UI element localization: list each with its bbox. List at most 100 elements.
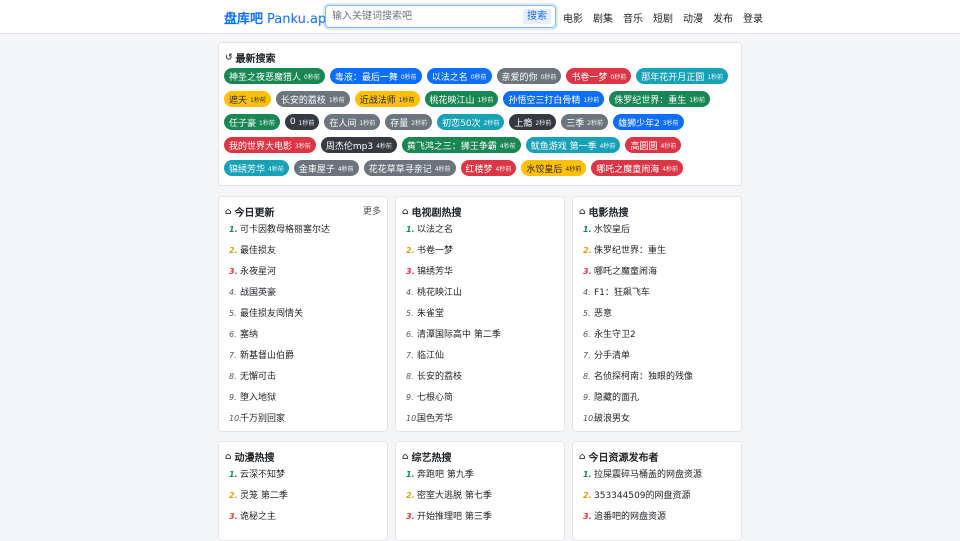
nav-short-drama[interactable]: 短剧 bbox=[653, 10, 673, 25]
list-item[interactable]: 4. F1：狂飙飞车 bbox=[583, 286, 693, 307]
search-tag[interactable]: 雄狮少年2 3秒前 bbox=[613, 114, 684, 130]
list-item-label: 侏罗纪世界：重生 bbox=[594, 246, 667, 256]
list-item[interactable]: 3. 开始推理吧 第三季 bbox=[406, 510, 492, 531]
list-item[interactable]: 1. 可卡因教母格丽塞尔达 bbox=[229, 223, 330, 244]
search-tag[interactable]: 孙悟空三打白骨精 1秒前 bbox=[503, 91, 605, 107]
search-tag[interactable]: 侏罗纪世界：重生 1秒前 bbox=[609, 91, 711, 107]
list-item[interactable]: 3. 哪吒之魔童闹海 bbox=[583, 265, 693, 286]
search-tag[interactable]: 长安的荔枝 1秒前 bbox=[275, 91, 350, 107]
list-item[interactable]: 5. 朱雀堂 bbox=[406, 307, 501, 328]
list-item[interactable]: 1. 以法之名 bbox=[406, 223, 501, 244]
search-tag[interactable]: 高圆圆 4秒前 bbox=[625, 137, 682, 153]
bank-icon: ⌂ bbox=[579, 451, 586, 462]
rank-number: 7. bbox=[583, 351, 591, 360]
search-tag[interactable]: 0 1秒前 bbox=[284, 114, 320, 130]
list-item[interactable]: 9. 隐藏的面孔 bbox=[583, 391, 693, 412]
list-item-label: 永夜星河 bbox=[240, 267, 277, 277]
list-item-label: 锦绣芳华 bbox=[417, 267, 454, 277]
list-item[interactable]: 2. 灵笼 第二季 bbox=[229, 489, 288, 510]
list-item-label: 灵笼 第二季 bbox=[240, 491, 288, 501]
list-item[interactable]: 6. 塞纳 bbox=[229, 328, 330, 349]
list-item[interactable]: 3. 追番吧的网盘资源 bbox=[583, 510, 702, 531]
list-item[interactable]: 1. 拉屎震碎马桶盖的网盘资源 bbox=[583, 468, 702, 489]
list-item[interactable]: 6. 清潭国际高中 第二季 bbox=[406, 328, 501, 349]
search-tag-text: 孙悟空三打白骨精 bbox=[508, 95, 581, 106]
search-tag[interactable]: 那年花开月正圆 1秒前 bbox=[636, 68, 729, 84]
nav-anime[interactable]: 动漫 bbox=[683, 10, 703, 25]
search-tag[interactable]: 花花草草寻亲记 4秒前 bbox=[363, 160, 456, 176]
list-item-label: 哪吒之魔童闹海 bbox=[594, 267, 658, 277]
list-item[interactable]: 3. 锦绣芳华 bbox=[406, 265, 501, 286]
nav-series[interactable]: 剧集 bbox=[593, 10, 613, 25]
list-item[interactable]: 9. 七根心简 bbox=[406, 391, 501, 412]
search-tag[interactable]: 水饺皇后 4秒前 bbox=[521, 160, 587, 176]
list-item[interactable]: 2. 密室大逃脱 第七季 bbox=[406, 489, 492, 510]
search-tag-text: 遮天 bbox=[229, 95, 248, 106]
nav-login[interactable]: 登录 bbox=[743, 10, 763, 25]
list-item[interactable]: 4. 战国英豪 bbox=[229, 286, 330, 307]
search-tag[interactable]: 红楼梦 4秒前 bbox=[460, 160, 517, 176]
nav-movies[interactable]: 电影 bbox=[563, 10, 583, 25]
list-item[interactable]: 2. 353344509的网盘资源 bbox=[583, 489, 702, 510]
nav-publish[interactable]: 发布 bbox=[713, 10, 733, 25]
list-item[interactable]: 8. 长安的荔枝 bbox=[406, 370, 501, 391]
search-tag-text: 亲爱的你 bbox=[501, 72, 538, 83]
panel-title: ⌂ 综艺热搜 bbox=[402, 451, 452, 465]
list-item[interactable]: 1. 云深不知梦 bbox=[229, 468, 288, 489]
search-tag[interactable]: 书卷一梦 0秒前 bbox=[566, 68, 632, 84]
search-tag[interactable]: 周杰伦mp3 4秒前 bbox=[320, 137, 397, 153]
search-tag-time: 2秒前 bbox=[483, 119, 500, 127]
search-input[interactable] bbox=[332, 9, 522, 24]
list-item-label: 千万别回家 bbox=[240, 414, 286, 424]
rank-number: 6. bbox=[583, 330, 591, 339]
rank-number: 7. bbox=[229, 351, 237, 360]
search-tag[interactable]: 神圣之夜恶魔猎人 0秒前 bbox=[224, 68, 325, 84]
list-item[interactable]: 10. 破浪男女 bbox=[583, 412, 693, 431]
search-tag[interactable]: 近战法师 1秒前 bbox=[354, 91, 420, 107]
nav-music[interactable]: 音乐 bbox=[623, 10, 643, 25]
search-tag[interactable]: 鱿鱼游戏 第一季 4秒前 bbox=[525, 137, 621, 153]
list-item[interactable]: 1. 水饺皇后 bbox=[583, 223, 693, 244]
more-link[interactable]: 更多 bbox=[363, 204, 381, 217]
list-item[interactable]: 8. 无懈可击 bbox=[229, 370, 330, 391]
search-tag[interactable]: 锦绣芳华 4秒前 bbox=[224, 160, 289, 176]
search-tag[interactable]: 遮天 1秒前 bbox=[224, 91, 271, 107]
list-item[interactable]: 5. 恶意 bbox=[583, 307, 693, 328]
list-item[interactable]: 7. 临江仙 bbox=[406, 349, 501, 370]
search-tag[interactable]: 上瘾 2秒前 bbox=[509, 114, 557, 130]
list-item[interactable]: 7. 分手清单 bbox=[583, 349, 693, 370]
list-item[interactable]: 3. 诡秘之主 bbox=[229, 510, 288, 531]
search-tag[interactable]: 哪吒之魔童闹海 4秒前 bbox=[591, 160, 684, 176]
list-item[interactable]: 7. 新基督山伯爵 bbox=[229, 349, 330, 370]
rank-number: 2. bbox=[583, 491, 592, 500]
search-tag[interactable]: 任子豪 1秒前 bbox=[224, 114, 280, 130]
search-tag[interactable]: 我的世界大电影 3秒前 bbox=[224, 137, 316, 153]
search-tag[interactable]: 亲爱的你 0秒前 bbox=[496, 68, 562, 84]
list-item[interactable]: 10. 千万别回家 bbox=[229, 412, 330, 431]
search-tag[interactable]: 初恋50次 2秒前 bbox=[437, 114, 505, 130]
brand-logo[interactable]: 盘库吧 Panku.app bbox=[224, 8, 334, 27]
list-item[interactable]: 10. 国色芳华 bbox=[406, 412, 501, 431]
list-item[interactable]: 6. 永生守卫2 bbox=[583, 328, 693, 349]
search-tag[interactable]: 在人间 1秒前 bbox=[324, 114, 381, 130]
search-tag[interactable]: 三季 2秒前 bbox=[561, 114, 609, 130]
rank-number: 4. bbox=[406, 288, 414, 297]
search-tag[interactable]: 黄飞鸿之三：狮王争霸 4秒前 bbox=[401, 137, 521, 153]
search-tag[interactable]: 以法之名 0秒前 bbox=[426, 68, 492, 84]
list-item[interactable]: 4. 桃花映江山 bbox=[406, 286, 501, 307]
list-item[interactable]: 2. 书卷一梦 bbox=[406, 244, 501, 265]
panel-variety-hot: ⌂ 综艺热搜 1. 奔跑吧 第九季 2. 密室大逃脱 第七季 3. 开始推理吧 第三季 bbox=[395, 441, 565, 541]
search-button[interactable]: 搜索 bbox=[523, 9, 551, 24]
search-tag[interactable]: 毒液：最后一舞 0秒前 bbox=[329, 68, 422, 84]
list-item[interactable]: 9. 堕入地狱 bbox=[229, 391, 330, 412]
list-item[interactable]: 8. 名侦探柯南：独眼的残像 bbox=[583, 370, 693, 391]
search-tag[interactable]: 桃花映江山 1秒前 bbox=[424, 91, 499, 107]
search-tag[interactable]: 金車屋子 4秒前 bbox=[293, 160, 359, 176]
list-item[interactable]: 2. 侏罗纪世界：重生 bbox=[583, 244, 693, 265]
list-item[interactable]: 1. 奔跑吧 第九季 bbox=[406, 468, 492, 489]
ranking-list: 1. 奔跑吧 第九季 2. 密室大逃脱 第七季 3. 开始推理吧 第三季 bbox=[406, 468, 492, 531]
list-item[interactable]: 5. 最佳损友闯情关 bbox=[229, 307, 330, 328]
list-item[interactable]: 2. 最佳损友 bbox=[229, 244, 330, 265]
search-tag[interactable]: 存量 2秒前 bbox=[385, 114, 433, 130]
list-item[interactable]: 3. 永夜星河 bbox=[229, 265, 330, 286]
